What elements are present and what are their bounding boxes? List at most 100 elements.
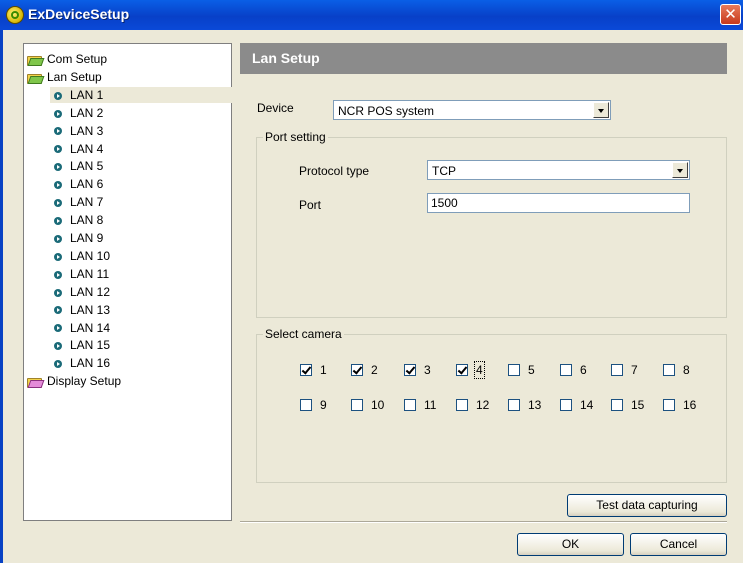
camera-checkbox-9[interactable] — [300, 399, 312, 411]
device-select[interactable]: NCR POS system — [333, 100, 611, 120]
tree-item-label: LAN 13 — [70, 302, 111, 317]
tree-item-lan-13[interactable]: LAN 13 — [52, 302, 110, 318]
bullet-icon — [54, 91, 62, 100]
camera-checkbox-label[interactable]: 7 — [631, 363, 638, 377]
panel-title: Lan Setup — [252, 50, 320, 66]
tree-item-label: Com Setup — [47, 52, 108, 66]
tree-item-lan-14[interactable]: LAN 14 — [52, 320, 110, 336]
bullet-icon — [54, 252, 62, 261]
camera-checkbox-label[interactable]: 14 — [580, 398, 593, 412]
camera-checkbox-7[interactable] — [611, 364, 623, 376]
camera-checkbox-15[interactable] — [611, 399, 623, 411]
tree-item-lan-16[interactable]: LAN 16 — [52, 355, 110, 371]
tree-item-lan-8[interactable]: LAN 8 — [52, 212, 103, 228]
tree-item-label: LAN 15 — [70, 338, 111, 353]
bullet-icon — [54, 145, 62, 154]
tree-item-lan-9[interactable]: LAN 9 — [52, 230, 103, 246]
camera-checkbox-label[interactable]: 4 — [474, 361, 485, 379]
folder-icon — [27, 72, 45, 84]
tree-item-display-setup[interactable]: Display Setup — [27, 373, 121, 389]
cancel-button[interactable]: Cancel — [630, 533, 727, 556]
tree-item-lan-10[interactable]: LAN 10 — [52, 248, 110, 264]
device-label: Device — [257, 101, 294, 115]
ok-button[interactable]: OK — [517, 533, 624, 556]
device-select-value: NCR POS system — [338, 104, 435, 118]
camera-checkbox-label[interactable]: 3 — [424, 363, 431, 377]
bullet-icon — [54, 288, 62, 297]
camera-checkbox-1[interactable] — [300, 364, 312, 376]
camera-checkbox-12[interactable] — [456, 399, 468, 411]
camera-checkbox-label[interactable]: 13 — [528, 398, 541, 412]
tree-item-lan-6[interactable]: LAN 6 — [52, 176, 103, 192]
tree-item-lan-11[interactable]: LAN 11 — [52, 266, 109, 282]
camera-checkbox-10[interactable] — [351, 399, 363, 411]
bullet-icon — [54, 163, 62, 172]
bullet-icon — [54, 342, 62, 351]
camera-checkbox-8[interactable] — [663, 364, 675, 376]
tree-item-label: LAN 8 — [70, 213, 104, 228]
tree-item-label: LAN 9 — [70, 231, 104, 245]
camera-checkbox-4[interactable] — [456, 364, 468, 376]
protocol-select[interactable]: TCP — [427, 160, 690, 180]
folder-icon — [27, 54, 45, 66]
tree-item-label: Lan Setup — [47, 69, 102, 84]
tree-item-lan-4[interactable]: LAN 4 — [52, 141, 103, 157]
protocol-select-value: TCP — [432, 164, 456, 178]
close-button[interactable]: ✕ — [720, 4, 741, 25]
tree-item-lan-setup[interactable]: Lan Setup — [27, 69, 102, 85]
camera-checkbox-label[interactable]: 11 — [424, 398, 436, 412]
camera-checkbox-label[interactable]: 5 — [528, 363, 535, 377]
tree-item-label: LAN 2 — [70, 105, 104, 120]
port-input[interactable]: 1500 — [427, 193, 690, 213]
tree-item-lan-2[interactable]: LAN 2 — [52, 105, 103, 121]
tree-item-label: LAN 11 — [70, 266, 110, 281]
chevron-down-icon[interactable] — [593, 102, 609, 118]
camera-checkbox-6[interactable] — [560, 364, 572, 376]
folder-icon — [27, 376, 45, 389]
camera-checkbox-label[interactable]: 2 — [371, 363, 378, 377]
close-icon: ✕ — [724, 5, 737, 23]
bullet-icon — [54, 360, 62, 369]
tree-item-com-setup[interactable]: Com Setup — [27, 51, 107, 67]
port-setting-title: Port setting — [263, 130, 328, 144]
tree-item-label: LAN 16 — [70, 356, 111, 371]
camera-checkbox-14[interactable] — [560, 399, 572, 411]
tree-item-label: LAN 4 — [70, 141, 104, 156]
camera-checkbox-2[interactable] — [351, 364, 363, 376]
tree-item-lan-3[interactable]: LAN 3 — [52, 123, 103, 139]
tree-item-label: LAN 7 — [70, 195, 104, 210]
bullet-icon — [54, 109, 62, 118]
camera-checkbox-label[interactable]: 8 — [683, 363, 690, 377]
camera-checkbox-label[interactable]: 16 — [683, 398, 696, 412]
camera-checkbox-13[interactable] — [508, 399, 520, 411]
tree-item-lan-15[interactable]: LAN 15 — [52, 337, 110, 353]
bullet-icon — [54, 270, 62, 279]
footer-divider — [240, 521, 727, 523]
camera-checkbox-5[interactable] — [508, 364, 520, 376]
camera-checkbox-3[interactable] — [404, 364, 416, 376]
tree-item-label: LAN 5 — [70, 159, 104, 174]
test-data-capturing-button[interactable]: Test data capturing — [567, 494, 727, 517]
bullet-icon — [54, 306, 62, 315]
bullet-icon — [54, 234, 62, 243]
camera-checkbox-label[interactable]: 9 — [320, 398, 327, 412]
camera-checkbox-16[interactable] — [663, 399, 675, 411]
chevron-down-icon[interactable] — [672, 162, 688, 178]
bullet-icon — [54, 324, 62, 333]
camera-checkbox-label[interactable]: 12 — [476, 398, 489, 412]
camera-checkbox-label[interactable]: 6 — [580, 363, 587, 377]
port-input-value: 1500 — [431, 196, 458, 210]
camera-checkbox-label[interactable]: 10 — [371, 398, 384, 412]
camera-checkbox-label[interactable]: 1 — [320, 363, 327, 377]
window-title: ExDeviceSetup — [28, 6, 130, 22]
camera-checkbox-label[interactable]: 15 — [631, 398, 644, 412]
camera-checkbox-11[interactable] — [404, 399, 416, 411]
tree-item-lan-7[interactable]: LAN 7 — [52, 194, 103, 210]
bullet-icon — [54, 127, 62, 136]
tree-item-label: Display Setup — [47, 374, 122, 389]
tree-item-lan-5[interactable]: LAN 5 — [52, 158, 103, 174]
title-bar[interactable]: ExDeviceSetup ✕ — [0, 0, 743, 30]
tree-item-lan-12[interactable]: LAN 12 — [52, 284, 110, 300]
setup-tree[interactable]: Com Setup Lan Setup LAN 1 LAN 2 LAN 3 LAN 4 LA… — [23, 43, 234, 521]
tree-item-lan-1[interactable]: LAN 1 — [50, 86, 234, 103]
